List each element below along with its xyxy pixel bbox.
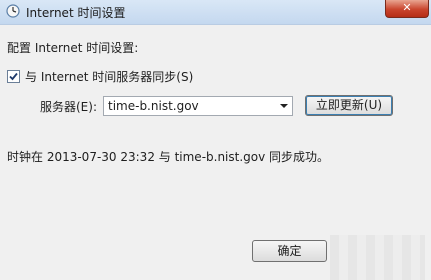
server-row: 服务器(E): time-b.nist.gov: [40, 96, 293, 116]
server-value[interactable]: time-b.nist.gov: [108, 99, 199, 113]
ok-button[interactable]: 确定: [252, 240, 327, 262]
close-button[interactable]: ✕: [385, 0, 429, 18]
watermark: [330, 235, 425, 280]
intro-label: 配置 Internet 时间设置:: [7, 41, 139, 55]
status-text: 时钟在 2013-07-30 23:32 与 time-b.nist.gov 同…: [7, 150, 330, 164]
title-bar: Internet 时间设置 ✕: [0, 0, 431, 25]
window-title: Internet 时间设置: [26, 6, 126, 20]
server-label: 服务器(E):: [40, 99, 97, 114]
sync-checkbox-label[interactable]: 与 Internet 时间服务器同步(S): [25, 68, 193, 85]
server-combobox[interactable]: time-b.nist.gov: [103, 96, 293, 116]
dropdown-arrow-icon[interactable]: [280, 104, 288, 108]
dialog-content: 配置 Internet 时间设置: 与 Internet 时间服务器同步(S) …: [0, 25, 431, 280]
sync-checkbox-row[interactable]: 与 Internet 时间服务器同步(S): [7, 68, 193, 85]
update-now-button[interactable]: 立即更新(U): [305, 95, 393, 116]
sync-checkbox[interactable]: [7, 70, 20, 83]
clock-icon: [6, 4, 20, 18]
checkmark-icon: [9, 72, 18, 81]
